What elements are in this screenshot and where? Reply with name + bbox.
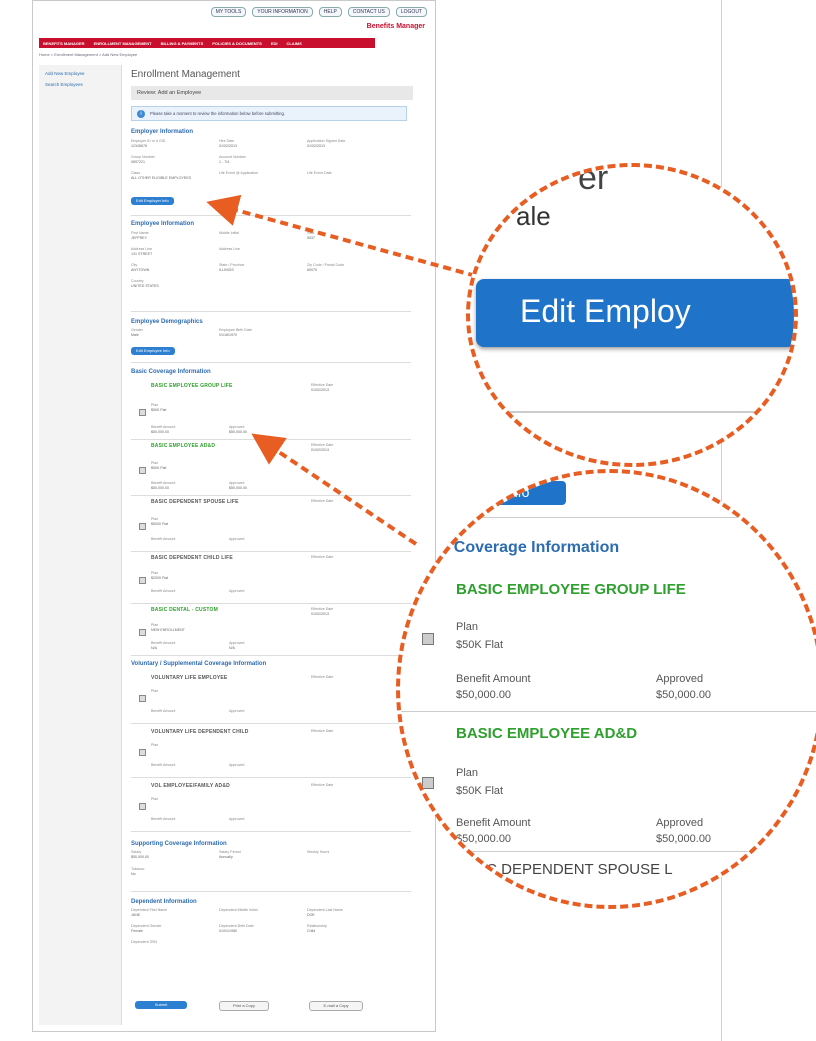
zoom-edit-employer-button[interactable]: Edit Employ [476,279,794,347]
zoom-callout-basic-coverage: Info ic Coverage Information BASIC EMPLO… [396,469,816,909]
zoom-checkbox-2[interactable] [422,777,434,789]
zoom-checkbox-1[interactable] [422,633,434,645]
zoom-callout-edit-employer: er ale Edit Employ [466,163,798,467]
callout-arrow-1 [206,194,477,278]
callout-arrow-2 [251,433,418,546]
zoom-edit-info-button[interactable]: Info [476,481,566,505]
